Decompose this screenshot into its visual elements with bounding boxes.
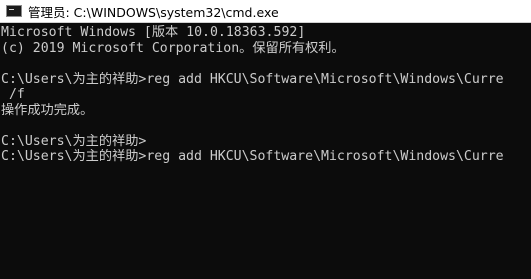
console-line-copyright: (c) 2019 Microsoft Corporation。保留所有权利。 (1, 40, 345, 56)
title-bar[interactable]: 管理员: C:\WINDOWS\system32\cmd.exe (0, 0, 531, 23)
console-line-version: Microsoft Windows [版本 10.0.18363.592] (1, 25, 306, 40)
window-title: 管理员: C:\WINDOWS\system32\cmd.exe (28, 4, 279, 20)
cmd-icon[interactable] (6, 5, 22, 17)
console-line-command-continuation: /f (1, 87, 25, 102)
cmd-window: 管理员: C:\WINDOWS\system32\cmd.exe Microso… (0, 0, 531, 279)
console-line-command: C:\Users\为主的祥助>reg add HKCU\Software\Mic… (1, 149, 504, 164)
console-output[interactable]: Microsoft Windows [版本 10.0.18363.592] (c… (0, 23, 531, 279)
console-line-command: C:\Users\为主的祥助>reg add HKCU\Software\Mic… (1, 71, 504, 87)
console-line-prompt: C:\Users\为主的祥助> (1, 133, 147, 149)
console-line-success: 操作成功完成。 (1, 102, 94, 118)
